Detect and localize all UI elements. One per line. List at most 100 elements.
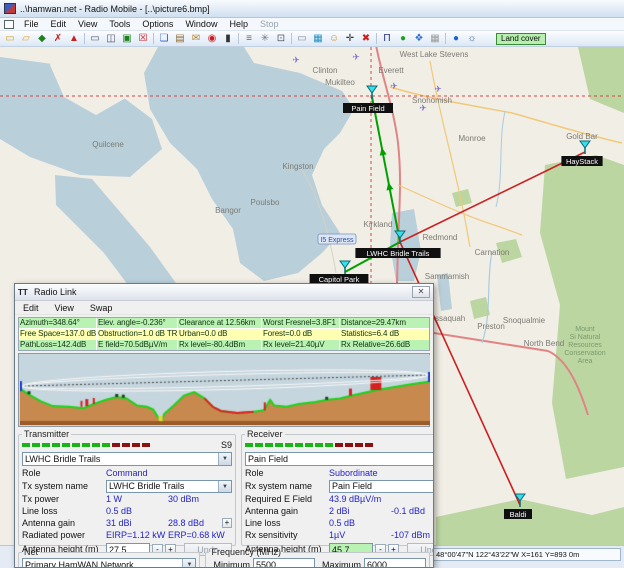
contrast-icon[interactable]: ✳ bbox=[257, 32, 273, 46]
meter-segment bbox=[295, 443, 303, 447]
radio-link-menu-view[interactable]: View bbox=[47, 303, 82, 313]
cursor-coordinates: 48°00'47"N 122°43'22"W X=161 Y=893 0m bbox=[433, 548, 621, 561]
meter-segment bbox=[112, 443, 120, 447]
map-city-label: Quilcene bbox=[92, 140, 124, 149]
radio-link-menu-swap[interactable]: Swap bbox=[82, 303, 121, 313]
app-icon bbox=[4, 3, 16, 14]
menu-help[interactable]: Help bbox=[223, 19, 254, 29]
window-titlebar[interactable]: ..\hamwan.net - Radio Mobile - [..\pictu… bbox=[0, 0, 624, 18]
copy-icon[interactable]: ❏ bbox=[156, 32, 172, 46]
meter-segment bbox=[255, 443, 263, 447]
toolbar-separator bbox=[291, 33, 292, 44]
bar-icon[interactable]: ▮ bbox=[220, 32, 236, 46]
tx-row: Antenna gain31 dBi28.8 dBd+ bbox=[22, 517, 232, 529]
tx-station-select[interactable]: LWHC Bridle Trails▼ bbox=[22, 452, 232, 466]
map-city-label: Snoqualmie bbox=[503, 316, 546, 325]
meter-segment bbox=[102, 443, 110, 447]
paste-icon[interactable]: ▤ bbox=[172, 32, 188, 46]
internet-map-icon[interactable]: ● bbox=[395, 32, 411, 46]
map-city-label: Mukilteo bbox=[325, 78, 355, 87]
map-city-label: Poulsbo bbox=[251, 198, 280, 207]
frequency-group: Frequency (MHz) Minimum 5500 Maximum 600… bbox=[205, 547, 430, 568]
map-city-label: Redmond bbox=[423, 233, 458, 242]
rx-row-label: Antenna gain bbox=[245, 506, 329, 516]
new-picture-icon[interactable]: ▭ bbox=[87, 32, 103, 46]
meter-segment bbox=[325, 443, 333, 447]
menu-tools[interactable]: Tools bbox=[103, 19, 136, 29]
save-networks-icon[interactable]: ◆ bbox=[34, 32, 50, 46]
meter-segment bbox=[52, 443, 60, 447]
delete-selection-icon[interactable]: ✖ bbox=[358, 32, 374, 46]
meter-segment bbox=[122, 443, 130, 447]
site-label: Pain Field bbox=[351, 104, 384, 113]
tx-row: RoleCommand bbox=[22, 467, 232, 479]
draw-unit-icon[interactable]: ▲ bbox=[66, 32, 82, 46]
tx-signal-label: S9 bbox=[216, 440, 232, 450]
world-map-icon[interactable]: ● bbox=[448, 32, 464, 46]
delete-networks-icon[interactable]: ✗ bbox=[50, 32, 66, 46]
meter-segment bbox=[142, 443, 150, 447]
menu-edit[interactable]: Edit bbox=[45, 19, 73, 29]
radio-link-menu: EditViewSwap bbox=[15, 301, 433, 315]
rx-system-name: Pain Field bbox=[330, 481, 434, 491]
map-city-label: Kirkland bbox=[364, 220, 393, 229]
rx-station-select[interactable]: Pain Field▼ bbox=[245, 452, 434, 466]
tx-row-label: Role bbox=[22, 468, 106, 478]
rx-row-label: Required E Field bbox=[245, 494, 329, 504]
link-stat: Azimuth=348.64° bbox=[19, 318, 96, 328]
toolbar-separator bbox=[238, 33, 239, 44]
network-properties-icon[interactable]: ❖ bbox=[411, 32, 427, 46]
min-frequency-input[interactable]: 5500 bbox=[253, 558, 315, 568]
close-picture-icon[interactable]: ☒ bbox=[135, 32, 151, 46]
airport-icon: ✈ bbox=[390, 81, 398, 91]
chevron-down-icon[interactable]: ▼ bbox=[218, 453, 231, 465]
chevron-down-icon[interactable]: ▼ bbox=[182, 559, 195, 568]
tx-system-select[interactable]: LWHC Bridle Trails▼ bbox=[106, 480, 232, 493]
tx-antenna-pattern-button[interactable]: + bbox=[222, 518, 232, 528]
radio-link-titlebar[interactable]: TT Radio Link ✕ bbox=[15, 284, 433, 301]
rx-system-select[interactable]: Pain Field▼ bbox=[329, 480, 434, 493]
meter-segment bbox=[355, 443, 363, 447]
rx-station-name: Pain Field bbox=[246, 454, 434, 464]
max-frequency-input[interactable]: 6000 bbox=[364, 558, 426, 568]
options-icon[interactable]: ☼ bbox=[464, 32, 480, 46]
export-picture-icon[interactable]: ✉ bbox=[188, 32, 204, 46]
menu-view[interactable]: View bbox=[72, 19, 103, 29]
map-city-label: Gold Bar bbox=[566, 132, 598, 141]
chevron-down-icon[interactable]: ▼ bbox=[218, 481, 231, 492]
child-window-icon[interactable] bbox=[4, 20, 14, 29]
radio-link-menu-edit[interactable]: Edit bbox=[15, 303, 47, 313]
elevation-grid-icon[interactable]: ▦ bbox=[427, 32, 443, 46]
land-cover-badge[interactable]: Land cover bbox=[496, 33, 546, 45]
link-stat: Rx Relative=26.6dB bbox=[340, 340, 429, 350]
transmitter-group: Transmitter S9LWHC Bridle Trails▼RoleCom… bbox=[18, 429, 236, 546]
fit-selection-icon[interactable]: ✛ bbox=[342, 32, 358, 46]
cascade-pictures-icon[interactable]: ◫ bbox=[103, 32, 119, 46]
meter-segment bbox=[305, 443, 313, 447]
grayscale-icon[interactable]: ≡ bbox=[241, 32, 257, 46]
link-stat: Elev. angle=-0.236° bbox=[97, 318, 177, 328]
new-networks-icon[interactable]: ▭ bbox=[2, 32, 18, 46]
map-city-label: Preston bbox=[477, 322, 505, 331]
radio-link-icon[interactable]: Π bbox=[379, 32, 395, 46]
tx-row-label: Line loss bbox=[22, 506, 106, 516]
tx-value: ERP=0.68 kW bbox=[168, 530, 232, 540]
link-stat: E field=70.5dBµV/m bbox=[97, 340, 177, 350]
menu-options[interactable]: Options bbox=[136, 19, 179, 29]
open-networks-icon[interactable]: ▱ bbox=[18, 32, 34, 46]
rx-row-label: Rx system name bbox=[245, 481, 329, 491]
merge-pictures-icon[interactable]: ⊡ bbox=[273, 32, 289, 46]
menu-window[interactable]: Window bbox=[179, 19, 223, 29]
map-properties-icon[interactable]: ▦ bbox=[310, 32, 326, 46]
radio-link-dialog: TT Radio Link ✕ EditViewSwap Azimuth=348… bbox=[14, 283, 434, 568]
close-icon[interactable]: ✕ bbox=[412, 286, 430, 298]
net-select[interactable]: Primary HamWAN Network ▼ bbox=[22, 558, 196, 568]
record-icon[interactable]: ◉ bbox=[204, 32, 220, 46]
white-picture-icon[interactable]: ▭ bbox=[294, 32, 310, 46]
tx-system-name: LWHC Bridle Trails bbox=[107, 481, 218, 491]
save-picture-icon[interactable]: ▣ bbox=[119, 32, 135, 46]
meter-segment bbox=[92, 443, 100, 447]
menu-file[interactable]: File bbox=[18, 19, 45, 29]
unit-properties-icon[interactable]: ☺ bbox=[326, 32, 342, 46]
window-title: ..\hamwan.net - Radio Mobile - [..\pictu… bbox=[20, 4, 210, 14]
